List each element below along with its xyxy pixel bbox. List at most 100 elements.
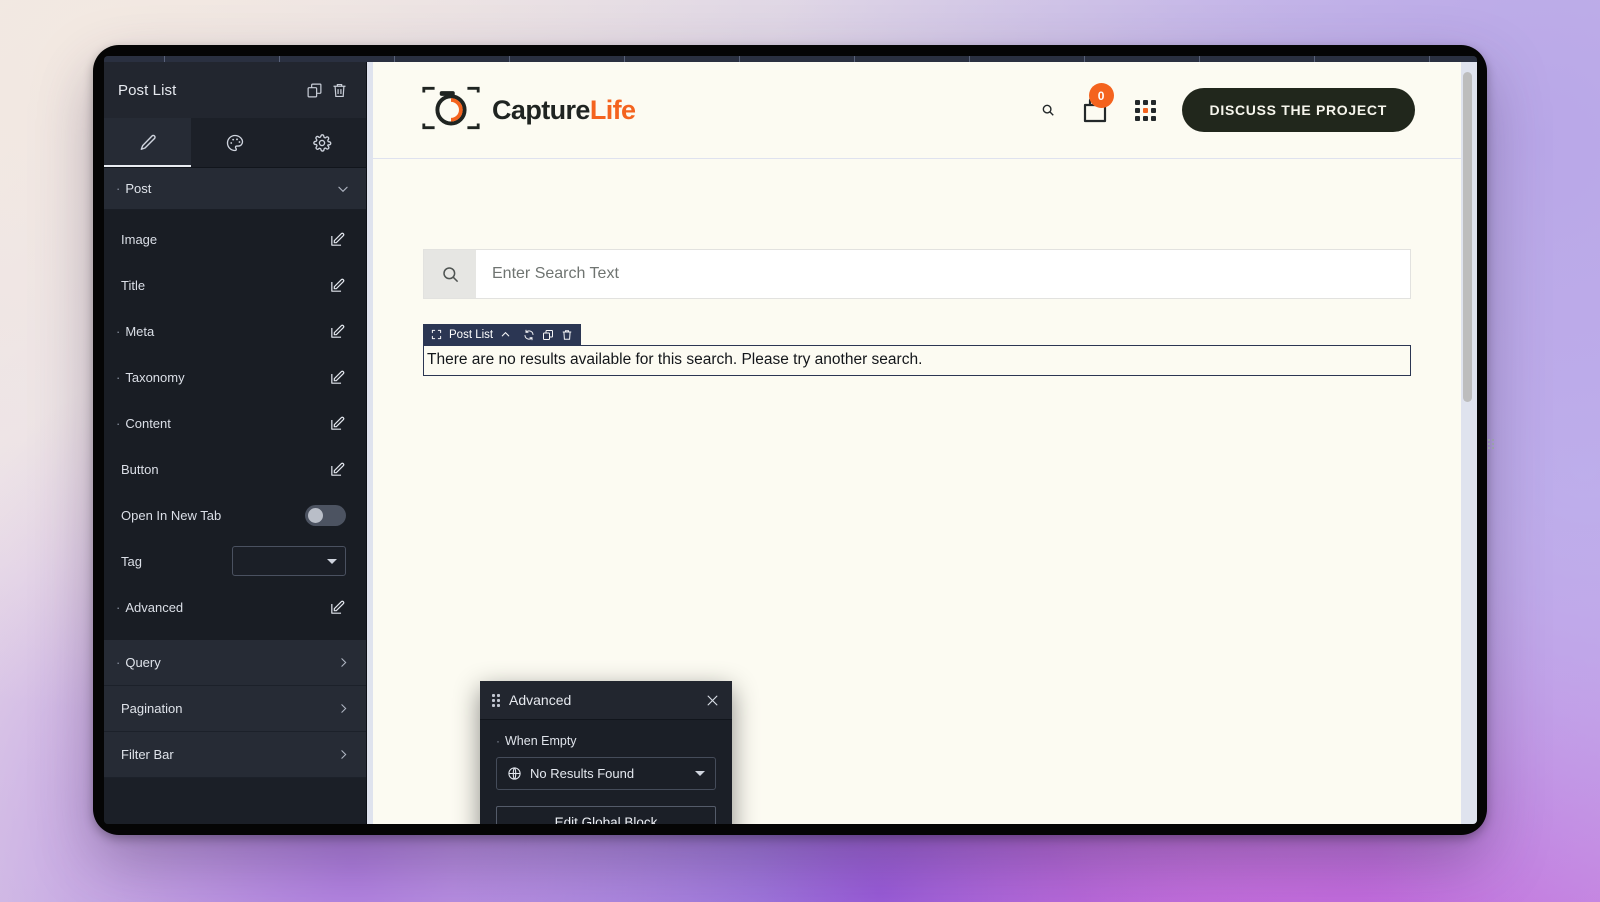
grid-dot [1134, 115, 1140, 121]
handle-dot [1492, 447, 1494, 449]
row-label: Title [121, 277, 146, 293]
panel-title: Post List [118, 81, 177, 99]
canvas-scrollbar[interactable] [1463, 70, 1472, 824]
ruler-tick [509, 56, 510, 62]
camera-icon [421, 86, 481, 135]
drag-dot [497, 703, 500, 707]
grid-dot [1150, 115, 1156, 121]
grid-dot [1150, 107, 1156, 113]
section-pagination[interactable]: Pagination [104, 686, 366, 732]
edit-icon[interactable] [329, 323, 346, 340]
grid-dot [1134, 99, 1140, 105]
edit-global-block-button[interactable]: Edit Global Block [496, 806, 716, 824]
grid-dot [1142, 115, 1148, 121]
when-empty-label: When Empty [505, 734, 577, 748]
row-tag: Tag [104, 538, 366, 584]
ruler-tick [164, 56, 165, 62]
trash-icon[interactable] [331, 82, 348, 99]
empty-results-message: There are no results available for this … [423, 345, 1411, 376]
panel-filler [104, 778, 366, 824]
drag-dot [497, 693, 500, 697]
tag-select[interactable] [232, 546, 346, 576]
advanced-popup: Advanced · When Empty No Results Found E… [480, 681, 732, 824]
row-open-in-new-tab: Open In New Tab [104, 492, 366, 538]
section-post-label: Post [125, 181, 152, 196]
ruler-tick [394, 56, 395, 62]
globe-icon [507, 766, 522, 781]
chevron-down-icon [695, 771, 705, 776]
advanced-popup-header[interactable]: Advanced [480, 681, 732, 720]
grid-dot [1134, 107, 1140, 113]
canvas-scrollbar-thumb[interactable] [1463, 72, 1472, 402]
duplicate-icon[interactable] [542, 329, 554, 341]
discuss-the-project-button[interactable]: DISCUSS THE PROJECT [1181, 88, 1415, 132]
row-taxonomy[interactable]: · Taxonomy [104, 354, 366, 400]
row-content[interactable]: · Content [104, 400, 366, 446]
ruler-tick [1314, 56, 1315, 62]
section-bullet: · [116, 181, 121, 196]
search-submit-button[interactable] [424, 250, 476, 298]
grid-dot [1142, 99, 1148, 105]
drag-handle-icon[interactable] [492, 693, 500, 707]
row-bullet: · [116, 369, 121, 385]
ruler-tick [739, 56, 740, 62]
when-empty-select-value: No Results Found [530, 766, 635, 781]
cart-icon[interactable]: 0 [1081, 83, 1114, 125]
section-pagination-label: Pagination [121, 701, 183, 716]
ruler-tick [624, 56, 625, 62]
row-title[interactable]: Title [104, 262, 366, 308]
ruler-tick [1084, 56, 1085, 62]
grid-dot-accent [1142, 107, 1148, 113]
open-in-new-tab-toggle[interactable] [305, 504, 346, 526]
editor-screen: Post List · Post Image Title · Meta · Ta… [104, 56, 1477, 824]
row-image[interactable]: Image [104, 216, 366, 262]
row-meta[interactable]: · Meta [104, 308, 366, 354]
tab-settings[interactable] [279, 118, 366, 167]
section-filter-bar[interactable]: Filter Bar [104, 732, 366, 778]
advanced-popup-body: · When Empty No Results Found Edit Globa… [480, 720, 732, 824]
chevron-up-icon[interactable] [500, 329, 511, 340]
edit-icon[interactable] [329, 599, 346, 616]
panel-header: Post List [104, 62, 366, 118]
handle-dot [1488, 439, 1490, 441]
row-bullet: · [116, 323, 121, 339]
edit-icon[interactable] [329, 231, 346, 248]
row-advanced[interactable]: · Advanced [104, 584, 366, 630]
tab-content[interactable] [104, 118, 192, 167]
widget-toolbar-label: Post List [449, 328, 494, 341]
move-icon[interactable] [431, 329, 442, 340]
gear-icon [313, 133, 332, 152]
apps-grid-icon[interactable] [1134, 99, 1156, 121]
chevron-right-icon [337, 748, 350, 761]
drag-dot [492, 703, 495, 707]
settings-panel: Post List · Post Image Title · Meta · Ta… [104, 62, 367, 824]
logo-text: CaptureLife [492, 95, 636, 126]
refresh-icon[interactable] [523, 329, 535, 341]
edit-icon[interactable] [329, 277, 346, 294]
resize-handle-dots[interactable] [1488, 439, 1494, 449]
handle-dot [1492, 443, 1494, 445]
duplicate-icon[interactable] [306, 82, 323, 99]
pencil-icon [140, 134, 156, 150]
edit-icon[interactable] [329, 461, 346, 478]
edit-icon[interactable] [329, 415, 346, 432]
chevron-right-icon [337, 702, 350, 715]
section-query[interactable]: · Query [104, 640, 366, 686]
toggle-knob [308, 507, 323, 523]
row-label: Meta [125, 323, 155, 339]
edit-icon[interactable] [329, 369, 346, 386]
site-logo[interactable]: CaptureLife [421, 86, 636, 135]
close-icon[interactable] [705, 693, 720, 708]
tab-style[interactable] [191, 118, 278, 167]
section-post[interactable]: · Post [104, 168, 366, 210]
search-input[interactable] [476, 250, 1410, 298]
trash-icon[interactable] [561, 329, 573, 341]
handle-dot [1488, 447, 1490, 449]
row-button[interactable]: Button [104, 446, 366, 492]
search-icon[interactable] [1041, 103, 1055, 117]
canvas-ruler [104, 56, 1477, 62]
chevron-right-icon [337, 656, 350, 669]
drag-dot [497, 698, 500, 702]
when-empty-select[interactable]: No Results Found [496, 757, 716, 790]
row-label: Tag [121, 553, 142, 569]
